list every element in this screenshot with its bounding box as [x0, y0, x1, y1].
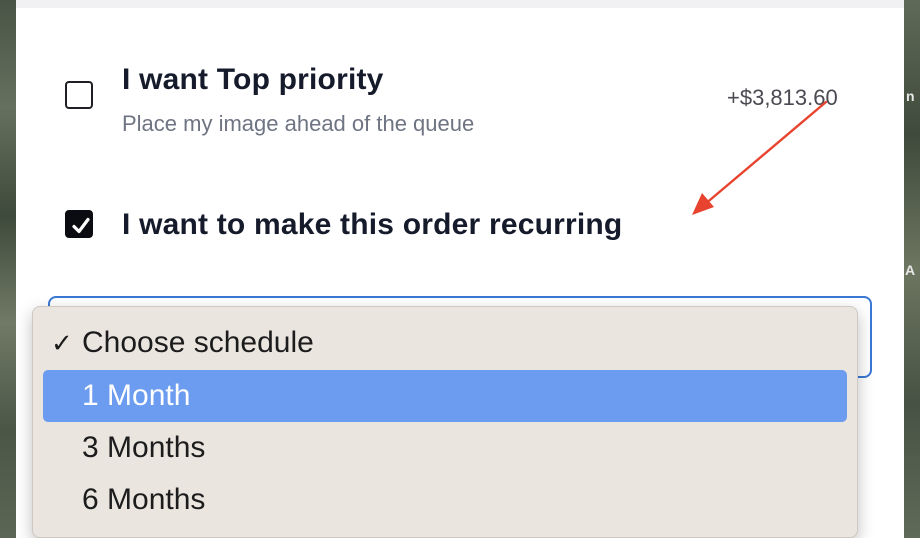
schedule-option-label: 3 Months — [82, 431, 206, 464]
recurring-title: I want to make this order recurring — [122, 208, 623, 241]
checkmark-icon: ✓ — [51, 328, 73, 358]
recurring-checkbox[interactable] — [65, 210, 93, 238]
checkmark-icon — [72, 217, 90, 234]
schedule-option-3-months[interactable]: 3 Months — [43, 422, 847, 474]
panel-top-edge — [16, 0, 904, 8]
background-text-fragment: A — [905, 262, 916, 278]
schedule-option-6-months[interactable]: 6 Months — [43, 474, 847, 526]
background-text-fragment: n — [906, 88, 915, 104]
top-priority-subtitle: Place my image ahead of the queue — [122, 111, 475, 136]
schedule-option-label: 6 Months — [82, 483, 206, 516]
schedule-option-label: Choose schedule — [82, 326, 314, 359]
schedule-option-choose[interactable]: ✓ Choose schedule — [43, 317, 847, 369]
schedule-dropdown-menu: ✓ Choose schedule 1 Month 3 Months 6 Mon… — [32, 306, 858, 538]
schedule-option-1-month[interactable]: 1 Month — [43, 370, 847, 422]
top-priority-checkbox[interactable] — [65, 81, 93, 109]
top-priority-title: I want Top priority — [122, 63, 384, 96]
schedule-option-label: 1 Month — [82, 379, 191, 412]
annotation-arrow-icon — [692, 100, 828, 215]
